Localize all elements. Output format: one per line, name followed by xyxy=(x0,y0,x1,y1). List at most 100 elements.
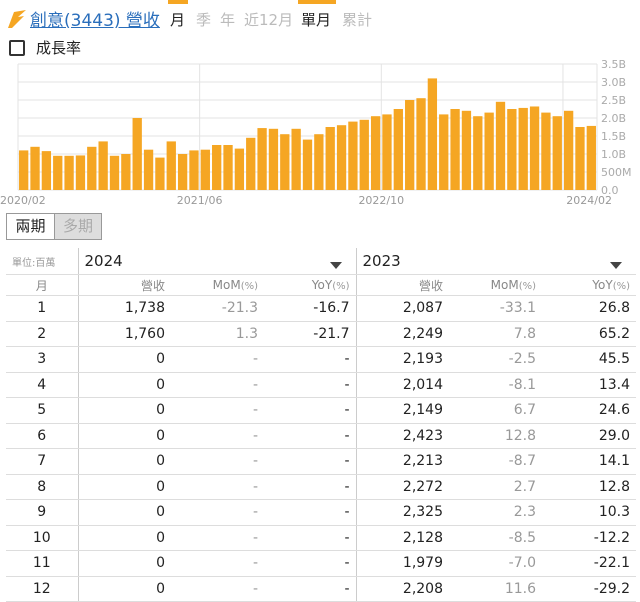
chart-bar xyxy=(200,149,210,190)
yoy-cell: -29.2 xyxy=(542,576,636,602)
revenue-cell: 0 xyxy=(77,423,171,449)
revenue-cell: 1,760 xyxy=(77,321,171,347)
unit-label: 單位:百萬 xyxy=(6,248,78,275)
chart-bar xyxy=(314,134,324,190)
yoy-cell: 12.8 xyxy=(542,474,636,500)
chart-bar xyxy=(382,114,392,190)
mom-cell: 12.8 xyxy=(449,423,542,449)
chart-bar xyxy=(529,106,540,190)
mom-cell: - xyxy=(171,448,264,475)
mom-cell: 7.8 xyxy=(449,321,542,347)
yoy-cell: 24.6 xyxy=(542,397,636,424)
mom-cell: 6.7 xyxy=(449,397,542,424)
chart-bar xyxy=(416,98,426,190)
multi-period-button[interactable]: 多期 xyxy=(54,214,101,239)
tab-year[interactable]: 年 xyxy=(220,9,235,30)
tab-quarter[interactable]: 季 xyxy=(196,9,211,30)
mom-cell: -7.0 xyxy=(449,550,542,577)
tab-month[interactable]: 月 xyxy=(170,9,185,30)
tab-last-12-months[interactable]: 近12月 xyxy=(244,9,293,30)
yoy-cell: 14.1 xyxy=(542,448,636,475)
chart-bar xyxy=(393,109,403,190)
chart-bar xyxy=(41,151,52,190)
chart-bar xyxy=(586,125,596,190)
month-cell: 8 xyxy=(6,474,78,500)
y-tick-label: 3.0B xyxy=(601,76,626,89)
month-cell: 3 xyxy=(6,346,78,373)
chart-bar xyxy=(461,110,472,190)
chart-bar xyxy=(19,150,29,190)
tab-single-month[interactable]: 單月 xyxy=(301,9,331,30)
growth-rate-checkbox[interactable] xyxy=(9,40,25,56)
logo-icon xyxy=(8,10,26,28)
month-cell: 2 xyxy=(6,321,78,347)
y-tick-label: 500M xyxy=(601,166,632,179)
yoy-cell: - xyxy=(264,525,356,551)
y-tick-label: 1.0B xyxy=(601,148,626,161)
revenue-cell: 0 xyxy=(77,448,171,475)
table-row: 4 0- -2,014 -8.1 13.4 xyxy=(6,372,636,398)
chart-bar xyxy=(212,145,222,190)
chart-bar xyxy=(257,128,267,190)
mom-cell: - xyxy=(171,576,264,602)
yoy-cell: - xyxy=(264,346,356,373)
table-row: 2 1,760 1.3 -21.7 2,249 7.8 65.2 xyxy=(6,321,636,347)
chart-bar xyxy=(132,118,142,190)
yoy-cell: -16.7 xyxy=(264,295,356,322)
chart-bar xyxy=(121,154,131,190)
mom-cell: - xyxy=(171,346,264,373)
yoy-cell: 13.4 xyxy=(542,372,636,398)
revenue-table: 單位:百萬 2024 2023 月 營收 MoM(%) YoY(%) 營收 Mo… xyxy=(6,248,636,602)
yoy-cell: - xyxy=(264,550,356,577)
year-select-left[interactable]: 2024 xyxy=(77,248,356,275)
tab-month-indicator xyxy=(168,0,188,4)
chart-bar xyxy=(177,154,188,190)
two-period-button[interactable]: 兩期 xyxy=(7,214,54,239)
yoy-cell: -21.7 xyxy=(264,321,356,347)
chart-bar xyxy=(541,112,551,190)
revenue-cell: 0 xyxy=(77,372,171,398)
chart-bar xyxy=(439,114,449,190)
yoy-cell: 10.3 xyxy=(542,499,636,526)
year-select-right[interactable]: 2023 xyxy=(355,248,636,275)
revenue-cell: 2,014 xyxy=(355,372,449,398)
mom-cell: -8.1 xyxy=(449,372,542,398)
yoy-cell: - xyxy=(264,576,356,602)
y-tick-label: 2.5B xyxy=(601,94,626,107)
revenue-cell: 2,213 xyxy=(355,448,449,475)
revenue-cell: 2,193 xyxy=(355,346,449,373)
tab-cumulative[interactable]: 累計 xyxy=(342,9,372,30)
table-row: 10 0- -2,128 -8.5 -12.2 xyxy=(6,525,636,551)
yoy-cell: - xyxy=(264,423,356,449)
table-row: 6 0- -2,423 12.8 29.0 xyxy=(6,423,636,449)
chart-bar xyxy=(30,146,40,190)
yoy-cell: -12.2 xyxy=(542,525,636,551)
yoy-cell: -22.1 xyxy=(542,550,636,577)
table-row: 9 0- -2,325 2.3 10.3 xyxy=(6,499,636,526)
month-cell: 5 xyxy=(6,397,78,424)
revenue-cell: 2,249 xyxy=(355,321,449,347)
chart-bar xyxy=(370,116,381,190)
mom-cell: -8.5 xyxy=(449,525,542,551)
revenue-cell: 2,149 xyxy=(355,397,449,424)
header: 創意(3443) 營收 月 季 年 近12月 單月 累計 xyxy=(0,0,640,36)
chart-bar xyxy=(473,116,483,190)
mom-cell: - xyxy=(171,423,264,449)
page-title[interactable]: 創意(3443) 營收 xyxy=(30,6,160,31)
chart-bar xyxy=(575,127,585,190)
x-tick-label: 2021/06 xyxy=(177,194,223,207)
chart-bar xyxy=(268,128,279,190)
chart-bar xyxy=(246,137,256,190)
revenue-cell: 0 xyxy=(77,525,171,551)
chart-bar xyxy=(518,107,528,190)
month-cell: 12 xyxy=(6,576,78,602)
y-tick-label: 2.0B xyxy=(601,112,626,125)
mom-cell: - xyxy=(171,397,264,424)
chart-bar xyxy=(405,100,415,190)
chart-bar xyxy=(64,155,74,190)
col-header-yoy: YoY(%) xyxy=(264,274,356,296)
y-tick-label: 1.5B xyxy=(601,130,626,143)
chart-bar xyxy=(495,101,506,190)
table-row: 8 0- -2,272 2.7 12.8 xyxy=(6,474,636,500)
month-cell: 1 xyxy=(6,295,78,322)
